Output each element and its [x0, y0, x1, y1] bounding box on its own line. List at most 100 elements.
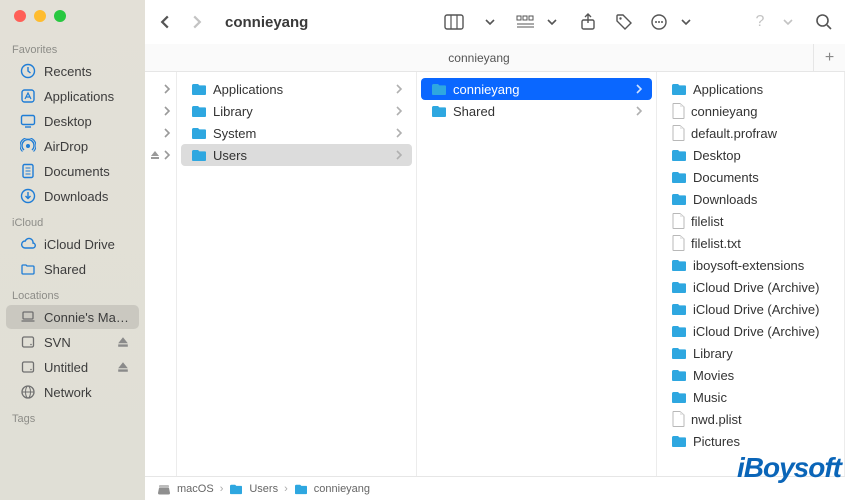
sidebar-section-label: iCloud	[0, 209, 145, 231]
sidebar-item-documents[interactable]: Documents	[6, 159, 139, 183]
view-columns-icon[interactable]	[443, 11, 465, 33]
list-item-label: Pictures	[693, 434, 740, 449]
group-icon[interactable]	[515, 11, 537, 33]
list-item[interactable]: iboysoft-extensions	[661, 254, 840, 276]
list-item[interactable]: connieyang	[661, 100, 840, 122]
laptop-icon	[20, 309, 36, 325]
list-item[interactable]: Library	[181, 100, 412, 122]
list-item-label: iCloud Drive (Archive)	[693, 302, 819, 317]
list-item[interactable]: iCloud Drive (Archive)	[661, 276, 840, 298]
list-item[interactable]: Movies	[661, 364, 840, 386]
folder-icon	[191, 148, 207, 162]
list-item-label: connieyang	[691, 104, 758, 119]
tab-connieyang[interactable]: connieyang	[145, 51, 813, 65]
folder-icon	[671, 258, 687, 272]
chevron-right-icon	[162, 106, 172, 116]
help-icon[interactable]: ?	[749, 11, 771, 33]
back-button[interactable]	[155, 12, 175, 32]
new-tab-button[interactable]: +	[813, 44, 845, 72]
window-title: connieyang	[225, 14, 308, 31]
close-window-button[interactable]	[14, 10, 26, 22]
path-separator: ›	[284, 483, 288, 495]
list-item[interactable]: Users	[181, 144, 412, 166]
path-segment[interactable]: connieyang	[314, 483, 370, 495]
view-dropdown-icon[interactable]	[479, 11, 501, 33]
list-item[interactable]: default.profraw	[661, 122, 840, 144]
list-item[interactable]: iCloud Drive (Archive)	[661, 298, 840, 320]
sidebar-item-desktop[interactable]: Desktop	[6, 109, 139, 133]
sidebar-item-untitled[interactable]: Untitled	[6, 355, 139, 379]
list-item[interactable]: System	[181, 122, 412, 144]
minimize-window-button[interactable]	[34, 10, 46, 22]
sidebar-item-recents[interactable]: Recents	[6, 59, 139, 83]
folder-icon	[671, 192, 687, 206]
list-item[interactable]: filelist	[661, 210, 840, 232]
device-slot[interactable]	[145, 78, 176, 100]
path-segment[interactable]: Users	[249, 483, 278, 495]
tag-icon[interactable]	[613, 11, 635, 33]
list-item-label: Users	[213, 148, 247, 163]
list-item[interactable]: Applications	[181, 78, 412, 100]
list-item[interactable]: iCloud Drive (Archive)	[661, 320, 840, 342]
device-slot[interactable]	[145, 144, 176, 166]
sidebar-item-applications[interactable]: Applications	[6, 84, 139, 108]
sidebar-item-shared[interactable]: Shared	[6, 257, 139, 281]
app-icon	[20, 88, 36, 104]
list-item[interactable]: connieyang	[421, 78, 652, 100]
device-slot[interactable]	[145, 100, 176, 122]
chevron-right-icon	[394, 150, 404, 160]
list-item[interactable]: nwd.plist	[661, 408, 840, 430]
download-icon	[20, 188, 36, 204]
list-item[interactable]: Shared	[421, 100, 652, 122]
folder-icon	[431, 104, 447, 118]
sidebar-item-connie-s-ma-[interactable]: Connie's Ma…	[6, 305, 139, 329]
folder-icon	[671, 368, 687, 382]
path-bar: macOS › Users › connieyang	[145, 476, 845, 500]
column-browser: Applications Library System Users connie…	[145, 72, 845, 476]
fullscreen-window-button[interactable]	[54, 10, 66, 22]
list-item-label: connieyang	[453, 82, 520, 97]
sidebar-item-label: SVN	[44, 335, 71, 350]
eject-icon[interactable]	[150, 150, 160, 160]
eject-icon[interactable]	[117, 361, 129, 373]
chevron-right-icon	[634, 106, 644, 116]
sidebar-item-airdrop[interactable]: AirDrop	[6, 134, 139, 158]
path-segment[interactable]: macOS	[177, 483, 214, 495]
chevron-right-icon	[162, 84, 172, 94]
eject-icon[interactable]	[117, 336, 129, 348]
sidebar-item-svn[interactable]: SVN	[6, 330, 139, 354]
list-item[interactable]: Documents	[661, 166, 840, 188]
list-item[interactable]: filelist.txt	[661, 232, 840, 254]
list-item-label: Library	[213, 104, 253, 119]
help-dropdown-icon[interactable]	[777, 11, 799, 33]
sidebar-item-icloud-drive[interactable]: iCloud Drive	[6, 232, 139, 256]
list-item-label: filelist.txt	[691, 236, 741, 251]
sidebar: Favorites Recents Applications Desktop A…	[0, 0, 145, 500]
clock-icon	[20, 63, 36, 79]
sidebar-item-network[interactable]: Network	[6, 380, 139, 404]
column-2: connieyang Shared	[417, 72, 657, 476]
list-item[interactable]: Pictures	[661, 430, 840, 452]
search-icon[interactable]	[813, 11, 835, 33]
list-item[interactable]: Library	[661, 342, 840, 364]
more-icon[interactable]	[649, 11, 671, 33]
sidebar-item-downloads[interactable]: Downloads	[6, 184, 139, 208]
group-dropdown-icon[interactable]	[541, 11, 563, 33]
folder-icon	[671, 434, 687, 448]
device-slot[interactable]	[145, 122, 176, 144]
more-dropdown-icon[interactable]	[675, 11, 697, 33]
disk-icon	[20, 359, 36, 375]
forward-button[interactable]	[187, 12, 207, 32]
share-icon[interactable]	[577, 11, 599, 33]
list-item[interactable]: Downloads	[661, 188, 840, 210]
sidebar-item-label: Desktop	[44, 114, 92, 129]
folder-icon	[671, 346, 687, 360]
list-item[interactable]: Music	[661, 386, 840, 408]
sidebar-item-label: Connie's Ma…	[44, 310, 129, 325]
list-item-label: Music	[693, 390, 727, 405]
list-item[interactable]: Applications	[661, 78, 840, 100]
chevron-right-icon	[162, 128, 172, 138]
list-item[interactable]: Desktop	[661, 144, 840, 166]
path-separator: ›	[220, 483, 224, 495]
doc-icon	[20, 163, 36, 179]
